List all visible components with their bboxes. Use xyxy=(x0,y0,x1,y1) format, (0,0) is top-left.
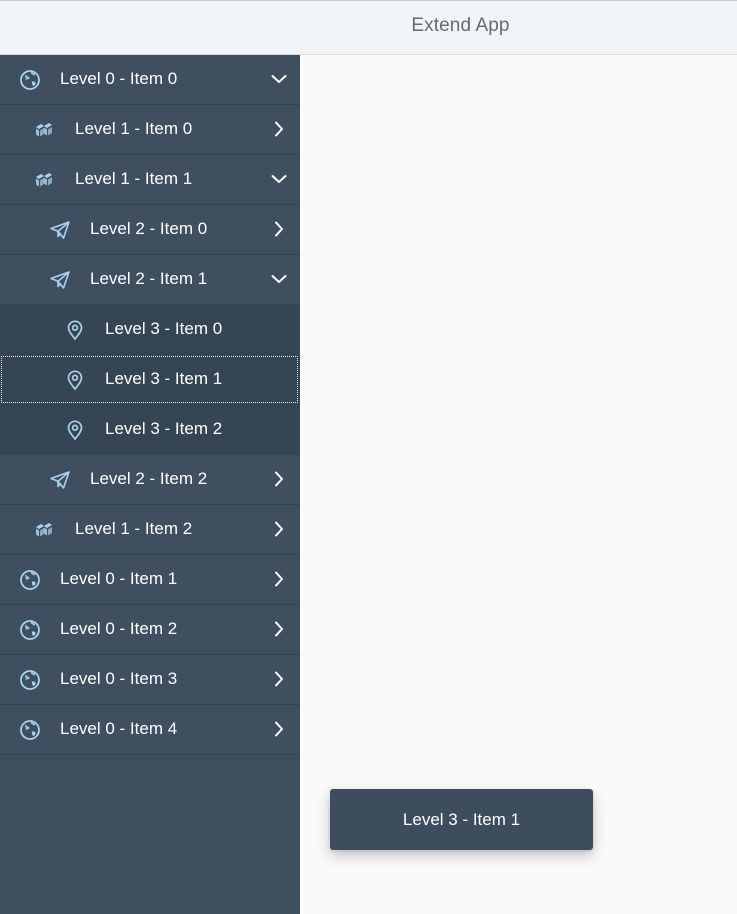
app-title: Extend App xyxy=(411,15,510,36)
paper-plane-icon xyxy=(48,268,72,292)
globe-icon xyxy=(18,718,42,742)
nav-item-level-0-item-0[interactable]: Level 0 - Item 0 xyxy=(0,55,300,105)
nav-item-label: Level 0 - Item 4 xyxy=(60,719,178,738)
globe-icon xyxy=(18,618,42,642)
chevron-down-icon[interactable] xyxy=(270,70,288,88)
paper-plane-icon xyxy=(48,218,72,242)
nav-item-level-0-item-3[interactable]: Level 0 - Item 3 xyxy=(0,655,300,705)
nav-item-level-0-item-4[interactable]: Level 0 - Item 4 xyxy=(0,705,300,755)
nav-item-label: Level 1 - Item 1 xyxy=(75,169,193,188)
stacked-blocks-icon xyxy=(33,518,57,542)
nav-item-label: Level 2 - Item 2 xyxy=(90,469,208,488)
globe-icon xyxy=(18,68,42,92)
toast-message: Level 3 - Item 1 xyxy=(330,789,593,850)
nav-item-level-3-item-1[interactable]: Level 3 - Item 1 xyxy=(0,355,300,405)
chevron-down-icon[interactable] xyxy=(270,270,288,288)
nav-item-level-2-item-0[interactable]: Level 2 - Item 0 xyxy=(0,205,300,255)
chevron-right-icon[interactable] xyxy=(270,120,288,138)
stacked-blocks-icon xyxy=(33,168,57,192)
nav-tree: Level 0 - Item 0 Level 1 - Item 0 Level … xyxy=(0,55,300,755)
chevron-right-icon[interactable] xyxy=(270,670,288,688)
nav-item-level-1-item-0[interactable]: Level 1 - Item 0 xyxy=(0,105,300,155)
map-pin-icon xyxy=(63,368,87,392)
nav-item-label: Level 3 - Item 0 xyxy=(105,319,223,338)
nav-item-level-3-item-0[interactable]: Level 3 - Item 0 xyxy=(0,305,300,355)
chevron-right-icon[interactable] xyxy=(270,620,288,638)
sidebar-nav: Level 0 - Item 0 Level 1 - Item 0 Level … xyxy=(0,55,300,914)
nav-item-label: Level 2 - Item 0 xyxy=(90,219,208,238)
nav-item-label: Level 0 - Item 1 xyxy=(60,569,178,588)
chevron-down-icon[interactable] xyxy=(270,170,288,188)
nav-item-label: Level 0 - Item 0 xyxy=(60,69,178,88)
chevron-right-icon[interactable] xyxy=(270,570,288,588)
nav-item-level-0-item-2[interactable]: Level 0 - Item 2 xyxy=(0,605,300,655)
nav-item-level-0-item-1[interactable]: Level 0 - Item 1 xyxy=(0,555,300,605)
chevron-right-icon[interactable] xyxy=(270,720,288,738)
globe-icon xyxy=(18,668,42,692)
map-pin-icon xyxy=(63,418,87,442)
nav-item-label: Level 0 - Item 2 xyxy=(60,619,178,638)
nav-item-level-2-item-1[interactable]: Level 2 - Item 1 xyxy=(0,255,300,305)
app-header: Extend App xyxy=(0,0,737,55)
paper-plane-icon xyxy=(48,468,72,492)
nav-item-label: Level 0 - Item 3 xyxy=(60,669,178,688)
nav-item-level-2-item-2[interactable]: Level 2 - Item 2 xyxy=(0,455,300,505)
stacked-blocks-icon xyxy=(33,118,57,142)
chevron-right-icon[interactable] xyxy=(270,520,288,538)
main-content xyxy=(300,55,737,914)
nav-item-label: Level 3 - Item 1 xyxy=(105,369,223,388)
chevron-right-icon[interactable] xyxy=(270,220,288,238)
nav-item-level-1-item-2[interactable]: Level 1 - Item 2 xyxy=(0,505,300,555)
nav-item-level-1-item-1[interactable]: Level 1 - Item 1 xyxy=(0,155,300,205)
nav-item-level-3-item-2[interactable]: Level 3 - Item 2 xyxy=(0,405,300,455)
map-pin-icon xyxy=(63,318,87,342)
nav-item-label: Level 1 - Item 2 xyxy=(75,519,193,538)
nav-item-label: Level 3 - Item 2 xyxy=(105,419,223,438)
nav-item-label: Level 2 - Item 1 xyxy=(90,269,208,288)
globe-icon xyxy=(18,568,42,592)
nav-item-label: Level 1 - Item 0 xyxy=(75,119,193,138)
chevron-right-icon[interactable] xyxy=(270,470,288,488)
